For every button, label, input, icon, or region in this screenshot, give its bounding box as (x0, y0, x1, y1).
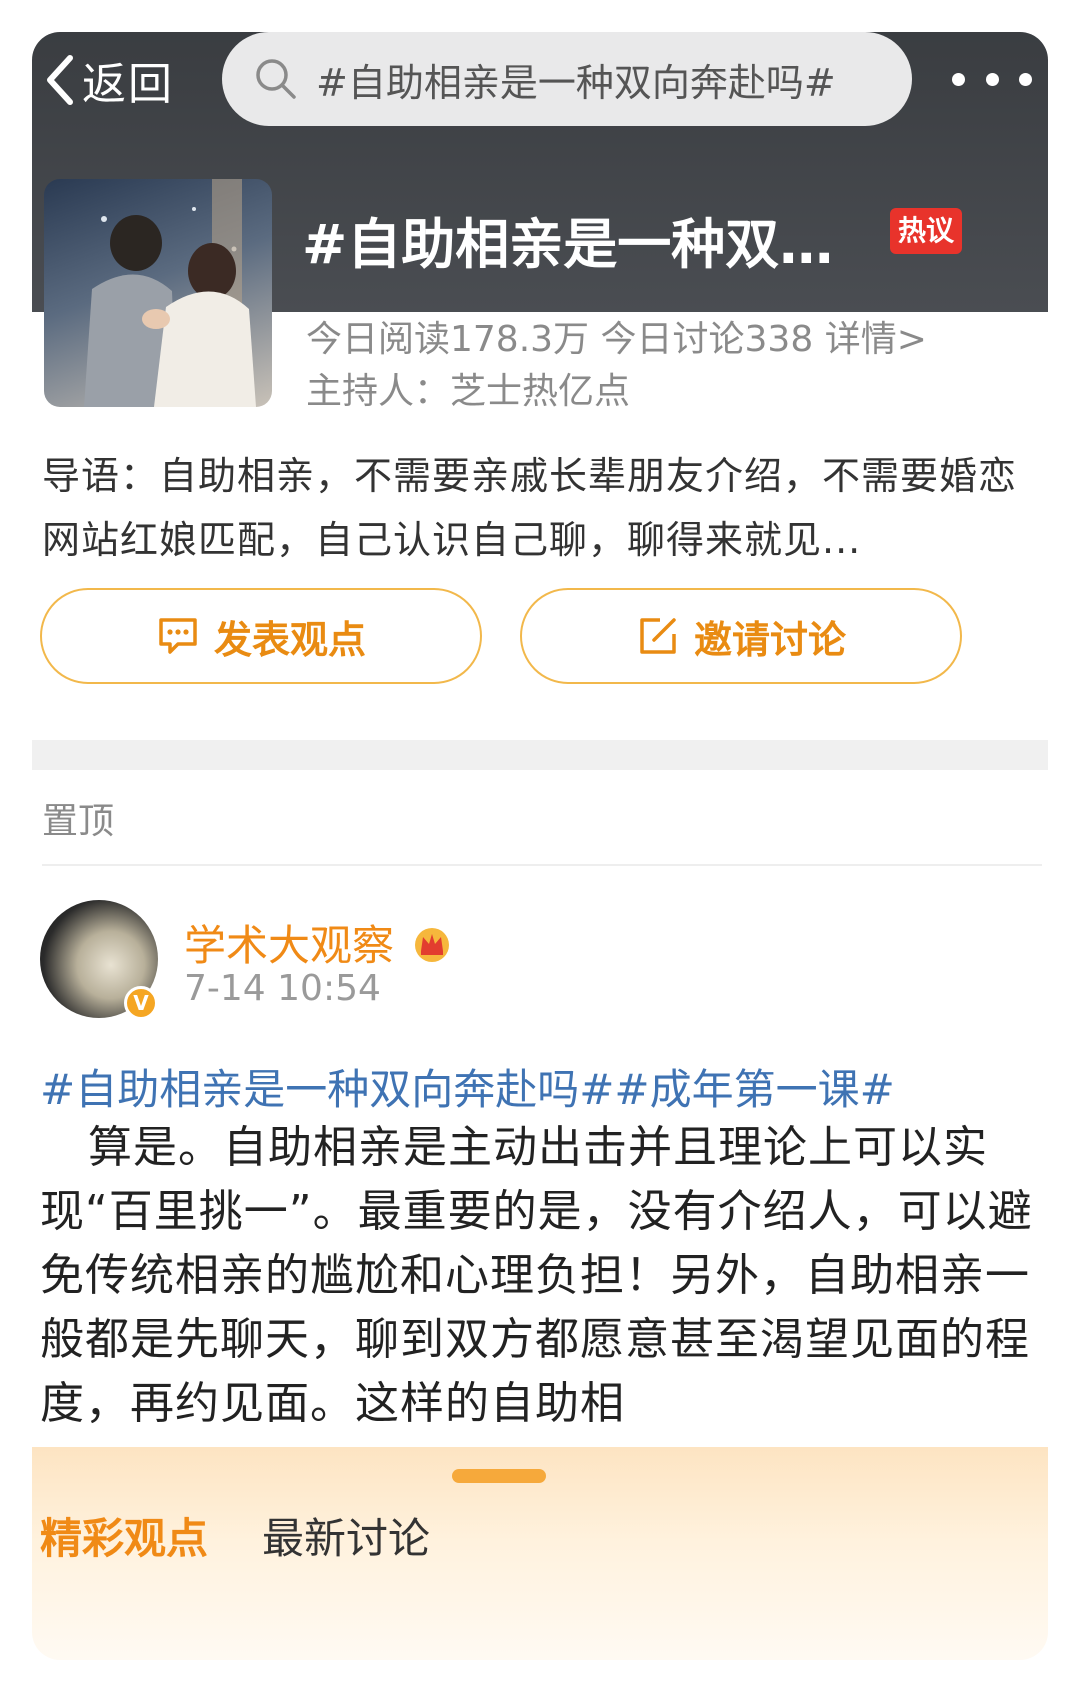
host-line: 主持人：芝士热亿点 (306, 371, 631, 412)
cover-illustration (84, 179, 256, 407)
read-count: 今日阅读178.3万 (306, 319, 590, 360)
tab-latest[interactable]: 最新讨论 (262, 1505, 430, 1566)
crown-icon (415, 927, 450, 962)
back-button[interactable]: 返回 (40, 50, 174, 110)
verified-icon: V (124, 986, 158, 1020)
comment-icon (159, 618, 197, 654)
chevron-left-icon (47, 55, 73, 105)
hot-badge: 热议 (890, 208, 962, 254)
post-opinion-label: 发表观点 (213, 617, 366, 662)
author-name: 学术大观察 (184, 921, 395, 970)
invite-discussion-button[interactable]: 邀请讨论 (520, 588, 962, 684)
discussion-count: 今日讨论338 (600, 319, 814, 360)
search-bar[interactable]: #自助相亲是一种双向奔赴吗# (222, 32, 912, 126)
topic-header: 返回 #自助相亲是一种双向奔赴吗# #自助相亲是一种双向... 热议 (32, 32, 1048, 407)
drag-handle[interactable] (452, 1469, 546, 1483)
tab-featured[interactable]: 精彩观点 (40, 1505, 208, 1566)
topic-title: #自助相亲是一种双向... (302, 213, 862, 276)
topic-cover-image (44, 179, 272, 407)
search-query: #自助相亲是一种双向奔赴吗# (316, 60, 836, 105)
topic-intro[interactable]: 导语：自助相亲，不需要亲戚长辈朋友介绍，不需要婚恋网站红娘匹配，自己认识自己聊，… (42, 444, 1038, 572)
post-author[interactable]: 学术大观察 (184, 912, 454, 973)
more-icon-dot (1019, 72, 1032, 86)
more-icon (952, 72, 965, 86)
invite-discussion-label: 邀请讨论 (693, 617, 846, 662)
topic-stats: 今日阅读178.3万 今日讨论338 详情> 主持人：芝士热亿点 (306, 314, 927, 418)
search-icon (256, 59, 296, 99)
more-icon-dot (985, 72, 999, 86)
back-label: 返回 (82, 59, 174, 110)
details-link[interactable]: 详情> (825, 319, 927, 360)
post-time: 7-14 10:54 (184, 968, 381, 1009)
post-opinion-button[interactable]: 发表观点 (40, 588, 482, 684)
edit-icon (640, 618, 676, 654)
topic-page: 返回 #自助相亲是一种双向奔赴吗# #自助相亲是一种双向... 热议 今日阅读1… (32, 32, 1048, 1660)
post-hashtags[interactable]: #自助相亲是一种双向奔赴吗##成年第一课# (40, 1056, 895, 1117)
bottom-tabs: 精彩观点 最新讨论 (32, 1447, 1048, 1660)
divider (42, 864, 1042, 866)
post-body: 算是。自助相亲是主动出击并且理论上可以实现“百里挑一”。最重要的是，没有介绍人，… (40, 1122, 1033, 1429)
section-gap (32, 740, 1048, 770)
pinned-label: 置顶 (42, 801, 115, 842)
more-button[interactable] (952, 64, 1032, 94)
